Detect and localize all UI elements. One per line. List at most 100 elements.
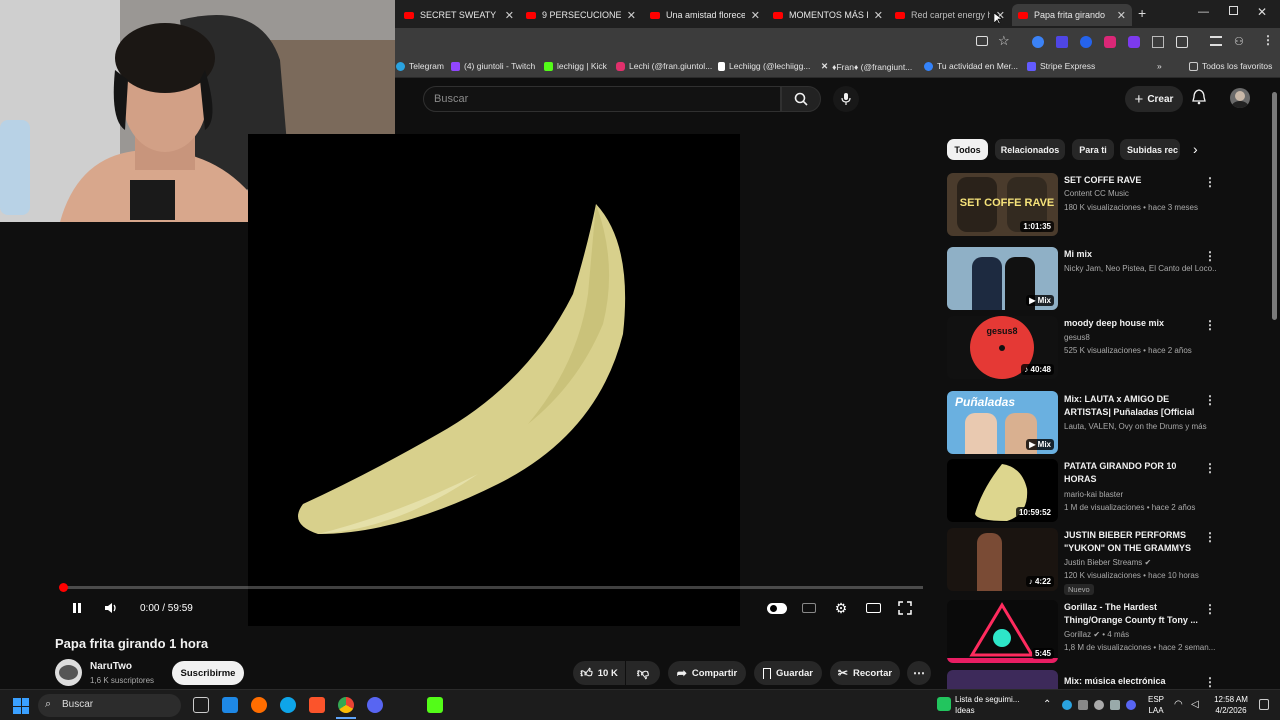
browser-tab-active[interactable]: Papa frita girando ✕ — [1012, 4, 1132, 26]
browser-tab[interactable]: MOMENTOS MÁS PE ✕ — [767, 4, 889, 26]
system-clock[interactable]: 12:58 AM 4/2/2026 — [1208, 694, 1254, 716]
autoplay-toggle[interactable] — [766, 600, 788, 616]
notifications-button[interactable] — [1192, 89, 1206, 110]
chip-subidas-recientes[interactable]: Subidas rec — [1120, 139, 1180, 160]
bookmark-telegram[interactable]: Telegram — [396, 61, 444, 71]
close-tab-icon[interactable]: ✕ — [627, 9, 636, 22]
extensions-puzzle-icon[interactable] — [1176, 36, 1188, 48]
language-indicator[interactable]: ESP LAA — [1148, 694, 1164, 716]
chip-todos[interactable]: Todos — [947, 139, 988, 160]
more-options-icon[interactable]: ⋮ — [1204, 461, 1216, 475]
clip-button[interactable]: ✂ Recortar — [830, 661, 900, 685]
fullscreen-button[interactable] — [897, 600, 913, 616]
recommendation-item[interactable]: gesus8 ♪ 40:48 moody deep house mix gesu… — [947, 316, 1222, 380]
account-avatar[interactable] — [1230, 88, 1250, 108]
more-options-icon[interactable]: ⋮ — [1204, 530, 1216, 544]
recommendation-item[interactable]: 5:45 Gorillaz - The Hardest Thing/Orange… — [947, 600, 1222, 664]
share-button[interactable]: ➦ Compartir — [668, 661, 746, 685]
bookmark-stripe[interactable]: Stripe Express — [1027, 61, 1095, 71]
chevron-right-icon[interactable]: › — [1193, 141, 1198, 157]
edge-icon[interactable] — [280, 697, 296, 713]
bookmark-x[interactable]: ✕ ♦Fran♦ (@frangiunt... — [821, 61, 912, 72]
channel-name[interactable]: NaruTwo — [90, 661, 132, 672]
recommendation-item[interactable]: Mix: música electrónica ⋮ — [947, 670, 1222, 689]
theater-mode-button[interactable] — [865, 600, 881, 616]
tray-icon[interactable] — [1062, 700, 1072, 710]
video-progress-bar[interactable] — [59, 583, 923, 592]
more-options-icon[interactable]: ⋮ — [1204, 175, 1216, 189]
profile-icon[interactable]: ⚇ — [1234, 35, 1244, 48]
extension-icon[interactable] — [1056, 36, 1068, 48]
more-options-icon[interactable]: ⋮ — [1204, 393, 1216, 407]
brave-icon[interactable] — [309, 697, 325, 713]
video-player[interactable] — [248, 134, 740, 626]
volume-button[interactable] — [103, 600, 119, 616]
bookmark-star-icon[interactable]: ☆ — [998, 33, 1010, 49]
close-tab-icon[interactable]: ✕ — [751, 9, 760, 22]
bookmark-mercadolibre[interactable]: Tu actividad en Mer... — [924, 61, 1018, 71]
task-view-icon[interactable] — [193, 697, 209, 713]
maximize-icon[interactable] — [1229, 6, 1238, 15]
close-tab-icon[interactable]: ✕ — [874, 9, 883, 22]
channel-avatar[interactable] — [55, 659, 82, 686]
tray-icon[interactable] — [1110, 700, 1120, 710]
close-tab-icon[interactable]: ✕ — [1117, 9, 1126, 22]
recommendation-item[interactable]: 10:59:52 PATATA GIRANDO POR 10 HORAS mar… — [947, 459, 1222, 523]
media-control-icon[interactable] — [1210, 36, 1222, 46]
wifi-icon[interactable]: ◠ — [1174, 699, 1183, 710]
more-options-icon[interactable]: ⋮ — [1204, 249, 1216, 263]
page-scrollbar[interactable] — [1272, 92, 1277, 320]
taskbar-search[interactable]: ⌕ Buscar — [38, 694, 181, 717]
extension-icon[interactable] — [1152, 36, 1164, 48]
browser-tab[interactable]: 9 PERSECUCIONES PE ✕ — [520, 4, 642, 26]
close-window-icon[interactable]: ✕ — [1257, 5, 1267, 19]
chip-para-ti[interactable]: Para ti — [1072, 139, 1114, 160]
browser-tab[interactable]: Una amistad florece ✕ — [644, 4, 766, 26]
bookmark-tiktok[interactable]: Lechiigg (@lechiigg... — [718, 61, 810, 71]
like-button[interactable]: 👍︎ 10 K — [573, 661, 625, 685]
browser-menu-icon[interactable]: ⋮ — [1262, 33, 1274, 47]
discord-icon[interactable] — [367, 697, 383, 713]
chip-relacionados[interactable]: Relacionados — [995, 139, 1065, 160]
new-tab-icon[interactable]: + — [1138, 5, 1146, 21]
firefox-icon[interactable] — [251, 697, 267, 713]
kick-icon[interactable] — [427, 697, 443, 713]
extension-icon[interactable] — [1128, 36, 1140, 48]
more-actions-button[interactable]: ⋯ — [907, 661, 931, 685]
bookmark-kick[interactable]: lechigg | Kick — [544, 61, 607, 71]
app-icon[interactable] — [222, 697, 238, 713]
watchlist-widget[interactable]: Lista de seguimi... Ideas — [937, 693, 1027, 718]
search-button[interactable] — [781, 86, 821, 112]
recommendation-item[interactable]: ♪ 4:22 JUSTIN BIEBER PERFORMS "YUKON" ON… — [947, 528, 1222, 595]
recommendation-item[interactable]: Puñaladas ▶ Mix Mix: LAUTA x AMIGO DE AR… — [947, 391, 1222, 455]
progress-scrubber[interactable] — [59, 583, 68, 592]
recommendation-item[interactable]: ▶ Mix Mi mix Nicky Jam, Neo Pistea, El C… — [947, 247, 1222, 311]
tray-icon[interactable] — [1078, 700, 1088, 710]
create-button[interactable]: + Crear — [1125, 86, 1183, 112]
tray-icon[interactable] — [1094, 700, 1104, 710]
subtitles-button[interactable] — [801, 600, 817, 616]
bookmark-all-favorites[interactable]: Todos los favoritos — [1189, 61, 1272, 71]
bookmarks-overflow-icon[interactable]: » — [1157, 61, 1162, 71]
bookmark-twitch[interactable]: (4) giuntoli - Twitch — [451, 61, 535, 71]
browser-tab[interactable]: Red carpet energy h ✕ — [889, 4, 1011, 26]
close-tab-icon[interactable]: ✕ — [505, 9, 514, 22]
subscribe-button[interactable]: Suscribirme — [172, 661, 244, 685]
extension-icon[interactable] — [1032, 36, 1044, 48]
minimize-icon[interactable]: — — [1198, 6, 1209, 18]
browser-tab[interactable]: SECRET SWEATY RAVE ✕ — [398, 4, 520, 26]
chevron-up-icon[interactable]: ⌃ — [1043, 699, 1051, 710]
settings-button[interactable]: ⚙ — [833, 600, 849, 616]
extension-icon[interactable] — [1080, 36, 1092, 48]
dislike-button[interactable]: 👎︎ — [626, 661, 660, 685]
recommendation-item[interactable]: SET COFFE RAVE 1:01:35 SET COFFE RAVE Co… — [947, 173, 1222, 237]
chrome-icon[interactable] — [338, 697, 354, 713]
tray-icon[interactable] — [1126, 700, 1136, 710]
bookmark-instagram[interactable]: Lechi (@fran.giuntol... — [616, 61, 712, 71]
more-options-icon[interactable]: ⋮ — [1204, 318, 1216, 332]
pause-button[interactable] — [70, 600, 84, 616]
save-button[interactable]: Guardar — [754, 661, 822, 685]
more-options-icon[interactable]: ⋮ — [1204, 602, 1216, 616]
voice-search-button[interactable] — [833, 86, 859, 112]
windows-start-icon[interactable] — [13, 698, 29, 714]
